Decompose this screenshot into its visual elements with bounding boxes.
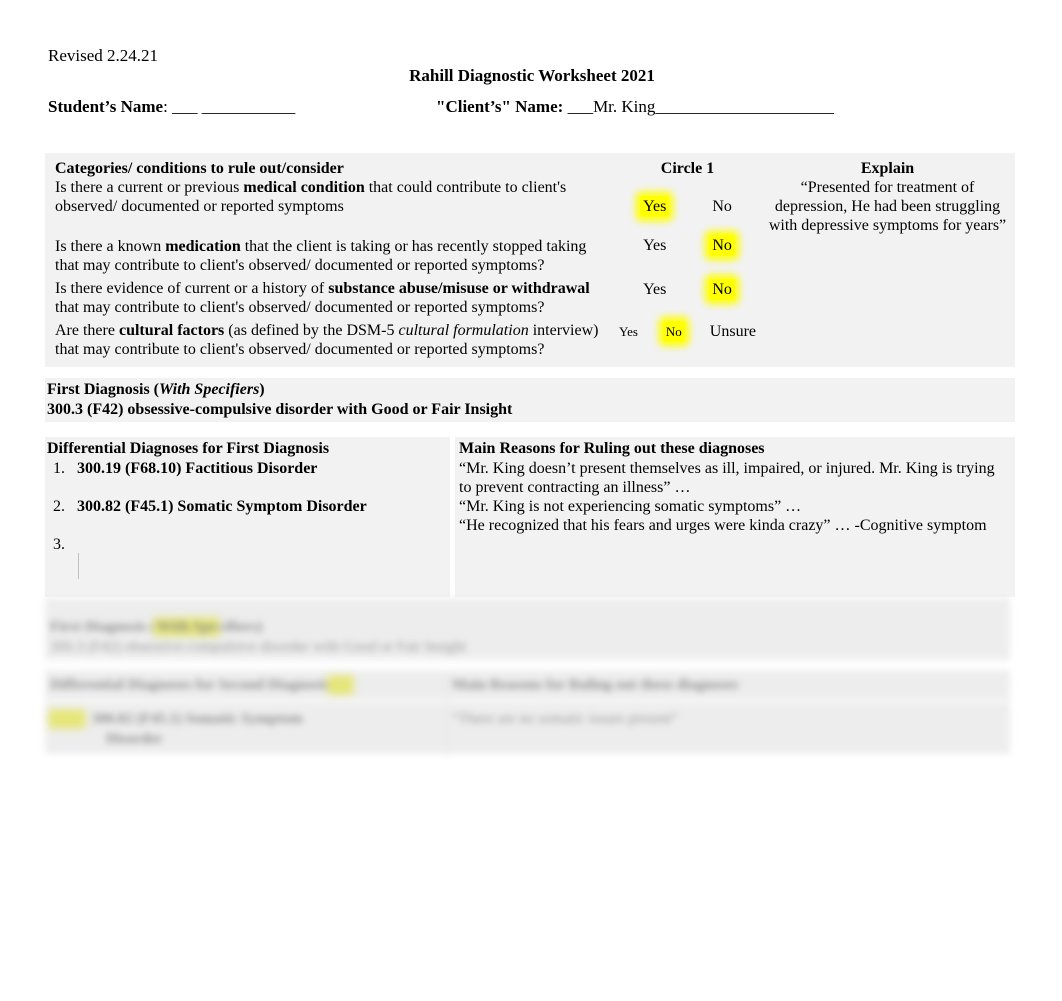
list-item-text: 300.82 (F45.1) Somatic Symptom Disorder xyxy=(77,498,367,515)
ghost-line-5b: Disorder xyxy=(106,731,163,747)
question-4: Are there cultural factors (as defined b… xyxy=(55,321,607,359)
explain-cell-row2 xyxy=(760,235,1015,279)
reason-1: “Mr. King doesn’t present themselves as … xyxy=(459,460,995,496)
table-row: Are there cultural factors (as defined b… xyxy=(45,321,1015,367)
circle-cell-row4: Yes No Unsure xyxy=(615,321,760,367)
client-name-blank-post: _____________________ xyxy=(655,97,834,116)
revised-date: Revised 2.24.21 xyxy=(48,46,159,65)
differential-table: Differential Diagnoses for First Diagnos… xyxy=(45,437,1015,597)
explain-cell-row1: Explain “Presented for treatment of depr… xyxy=(760,153,1015,235)
differential-left-column: Differential Diagnoses for First Diagnos… xyxy=(45,437,450,597)
student-name-field: Student’s Name: ___ ___________ xyxy=(48,96,295,118)
categories-cell-row2: Is there a known medication that the cli… xyxy=(45,235,615,279)
question-2-bold: medication xyxy=(165,238,241,255)
reason-3: “He recognized that his fears and urges … xyxy=(459,517,987,534)
list-item-number: 3. xyxy=(53,536,65,553)
ghost-line-6: “There are no somatic issues present” xyxy=(452,711,679,727)
question-1: Is there a current or previous medical c… xyxy=(55,178,607,216)
ghost-line-2: 300.3 (F42) obsessive-compulsive disorde… xyxy=(50,639,467,655)
option-no-row4[interactable]: No xyxy=(662,321,685,342)
options-row-4: Yes No Unsure xyxy=(615,321,760,342)
option-yes-row4[interactable]: Yes xyxy=(616,321,641,342)
list-item-text: 300.19 (F68.10) Factitious Disorder xyxy=(77,460,318,477)
table-row: Is there a known medication that the cli… xyxy=(45,235,1015,279)
ghost-line-5: 300.82 (F45.1) Somatic Symptom xyxy=(50,710,303,728)
list-item: 1. 300.19 (F68.10) Factitious Disorder xyxy=(47,459,446,497)
differential-right-header: Main Reasons for Ruling out these diagno… xyxy=(459,440,765,457)
options-row-3: Yes No xyxy=(615,279,760,300)
options-row-1: Yes No xyxy=(615,196,760,217)
option-no-row3[interactable]: No xyxy=(709,279,735,300)
text-cursor xyxy=(78,553,79,579)
client-name-field: "Client’s" Name: ___Mr. King____________… xyxy=(436,96,834,118)
option-unsure-row4[interactable]: Unsure xyxy=(707,321,759,342)
list-item-number: 2. xyxy=(53,498,65,515)
name-row: Student’s Name: ___ ___________ "Client’… xyxy=(48,96,1028,120)
question-4-bold: cultural factors xyxy=(118,322,225,339)
explain-cell-row4 xyxy=(760,321,1015,367)
column-header-explain: Explain xyxy=(860,160,915,177)
first-diagnosis-label-post: ) xyxy=(259,381,265,398)
question-2-pre: Is there a known xyxy=(55,238,166,255)
first-diagnosis-label: First Diagnosis (With Specifiers) xyxy=(47,380,1015,400)
question-3-post: that may contribute to client's observed… xyxy=(55,299,545,316)
question-4-mid: (as defined by the DSM-5 xyxy=(224,322,399,339)
client-name-value: Mr. King xyxy=(593,97,656,116)
option-no-row1[interactable]: No xyxy=(709,196,735,217)
differential-left-header: Differential Diagnoses for First Diagnos… xyxy=(47,440,330,457)
list-item: 2. 300.82 (F45.1) Somatic Symptom Disorde… xyxy=(47,497,446,535)
categories-cell-row1: Categories/ conditions to rule out/consi… xyxy=(45,153,615,235)
question-3: Is there evidence of current or a histor… xyxy=(55,279,607,317)
circle-cell-row1: Circle 1 Yes No xyxy=(615,153,760,235)
explain-text-row1: “Presented for treatment of depression, … xyxy=(768,179,1007,234)
first-diagnosis-label-pre: First Diagnosis ( xyxy=(47,381,159,398)
circle-cell-row3: Yes No xyxy=(615,279,760,321)
ghost-line-3: Differential Diagnoses for Second Diagno… xyxy=(50,676,353,694)
ghost-line-4: Main Reasons for Ruling out these diagno… xyxy=(452,677,739,693)
option-yes-row3[interactable]: Yes xyxy=(640,279,669,300)
question-4-italic: cultural formulation xyxy=(398,322,529,339)
reason-2: “Mr. King is not experiencing somatic sy… xyxy=(459,498,802,515)
rule-out-table: Categories/ conditions to rule out/consi… xyxy=(45,153,1015,367)
column-header-categories: Categories/ conditions to rule out/consi… xyxy=(55,160,344,177)
table-header-row: Categories/ conditions to rule out/consi… xyxy=(45,153,1015,235)
question-3-pre: Is there evidence of current or a histor… xyxy=(55,280,329,297)
categories-cell-row4: Are there cultural factors (as defined b… xyxy=(45,321,615,367)
options-row-2: Yes No xyxy=(615,235,760,256)
page-title: Rahill Diagnostic Worksheet 2021 xyxy=(409,66,655,85)
ghost-column-divider xyxy=(446,670,447,756)
option-no-row2[interactable]: No xyxy=(709,235,735,256)
student-name-label: Student’s Name xyxy=(48,97,164,116)
column-header-circle: Circle 1 xyxy=(660,160,715,177)
document-page: Revised 2.24.21 Rahill Diagnostic Worksh… xyxy=(0,0,1062,1001)
categories-cell-row3: Is there evidence of current or a histor… xyxy=(45,279,615,321)
client-name-blank-pre: ___ xyxy=(567,97,594,116)
ghosted-duplicate-section: First Diagnosis (With Spe cifiers) 300.3 … xyxy=(40,592,1015,764)
question-3-bold: substance abuse/misuse or withdrawal xyxy=(328,280,590,297)
table-row: Is there evidence of current or a histor… xyxy=(45,279,1015,321)
first-diagnosis-label-italic: With Specifiers xyxy=(159,381,260,398)
list-item: 3. xyxy=(47,535,446,597)
question-1-pre: Is there a current or previous xyxy=(55,179,244,196)
question-1-bold: medical condition xyxy=(243,179,365,196)
option-yes-row1[interactable]: Yes xyxy=(640,196,670,217)
student-name-blank: : ___ ___________ xyxy=(163,97,296,116)
ghost-line-1: First Diagnosis (With Spe cifiers) xyxy=(50,619,263,635)
option-yes-row2[interactable]: Yes xyxy=(640,235,669,256)
question-4-pre: Are there xyxy=(55,322,119,339)
question-2: Is there a known medication that the cli… xyxy=(55,237,607,275)
differential-right-column: Main Reasons for Ruling out these diagno… xyxy=(455,437,1015,597)
list-item-number: 1. xyxy=(53,460,65,477)
client-name-label: "Client’s" Name: xyxy=(436,97,564,116)
first-diagnosis-value: 300.3 (F42) obsessive-compulsive disorde… xyxy=(47,401,513,418)
differential-list: 1. 300.19 (F68.10) Factitious Disorder 2.… xyxy=(47,459,446,597)
circle-cell-row2: Yes No xyxy=(615,235,760,279)
first-diagnosis-band: First Diagnosis (With Specifiers) 300.3 … xyxy=(45,378,1015,422)
explain-cell-row3 xyxy=(760,279,1015,321)
